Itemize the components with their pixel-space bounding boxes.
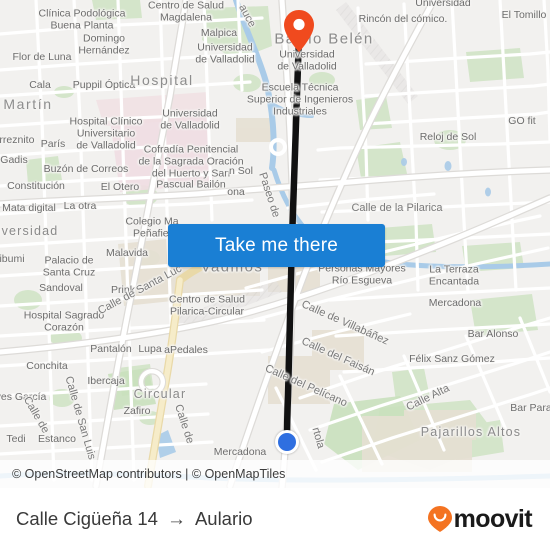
arrow-right-icon: → [166, 508, 186, 530]
destination-pin-icon [284, 10, 314, 52]
route-destination-label: Aulario [194, 508, 253, 529]
moovit-pin-icon [427, 506, 452, 532]
route-summary: Calle Cigüeña 14 → Aulario [16, 508, 253, 530]
origin-dot[interactable] [275, 430, 299, 454]
footer-bar: Calle Cigüeña 14 → Aulario moovit [0, 488, 550, 550]
moovit-route-screenshot: Clínica Podológica Buena Planta Centro de … [0, 0, 550, 550]
take-me-there-button[interactable]: Take me there [168, 224, 385, 267]
route-origin-label: Calle Cigüeña 14 [16, 508, 158, 529]
map-attribution[interactable]: © OpenStreetMap contributors | © OpenMap… [0, 460, 550, 488]
map-canvas[interactable]: Clínica Podológica Buena Planta Centro de … [0, 0, 550, 488]
moovit-wordmark: moovit [453, 504, 533, 533]
moovit-logo[interactable]: moovit [427, 504, 533, 534]
destination-pin[interactable] [283, 9, 315, 53]
